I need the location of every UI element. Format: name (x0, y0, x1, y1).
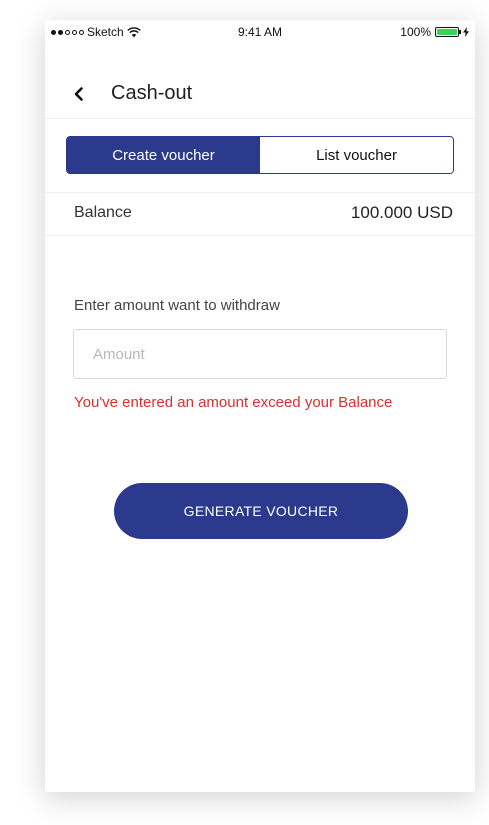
battery-percent: 100% (400, 25, 431, 39)
charging-icon (463, 27, 469, 37)
balance-value: 100.000 USD (350, 203, 453, 222)
chevron-left-icon[interactable] (69, 84, 89, 104)
status-right: 100% (400, 25, 469, 39)
tab-list-voucher[interactable]: List voucher (260, 137, 453, 173)
status-bar: Sketch 9:41 AM 100% (45, 20, 475, 42)
amount-input[interactable] (73, 329, 447, 379)
generate-voucher-button[interactable]: GENERATE VOUCHER (114, 483, 408, 539)
amount-error-message: You've entered an amount exceed your Bal… (74, 394, 393, 411)
balance-label: Balance (74, 204, 132, 221)
page-title: Cash-out (111, 82, 193, 104)
amount-label: Enter amount want to withdraw (74, 297, 280, 314)
nav-bar: Cash-out (45, 74, 475, 119)
balance-row: Balance 100.000 USD (45, 192, 475, 236)
tab-create-voucher[interactable]: Create voucher (67, 137, 260, 173)
battery-icon (435, 27, 461, 37)
voucher-tabs: Create voucher List voucher (66, 136, 454, 174)
phone-screen: Sketch 9:41 AM 100% Cash-out Create vouc… (45, 20, 475, 792)
